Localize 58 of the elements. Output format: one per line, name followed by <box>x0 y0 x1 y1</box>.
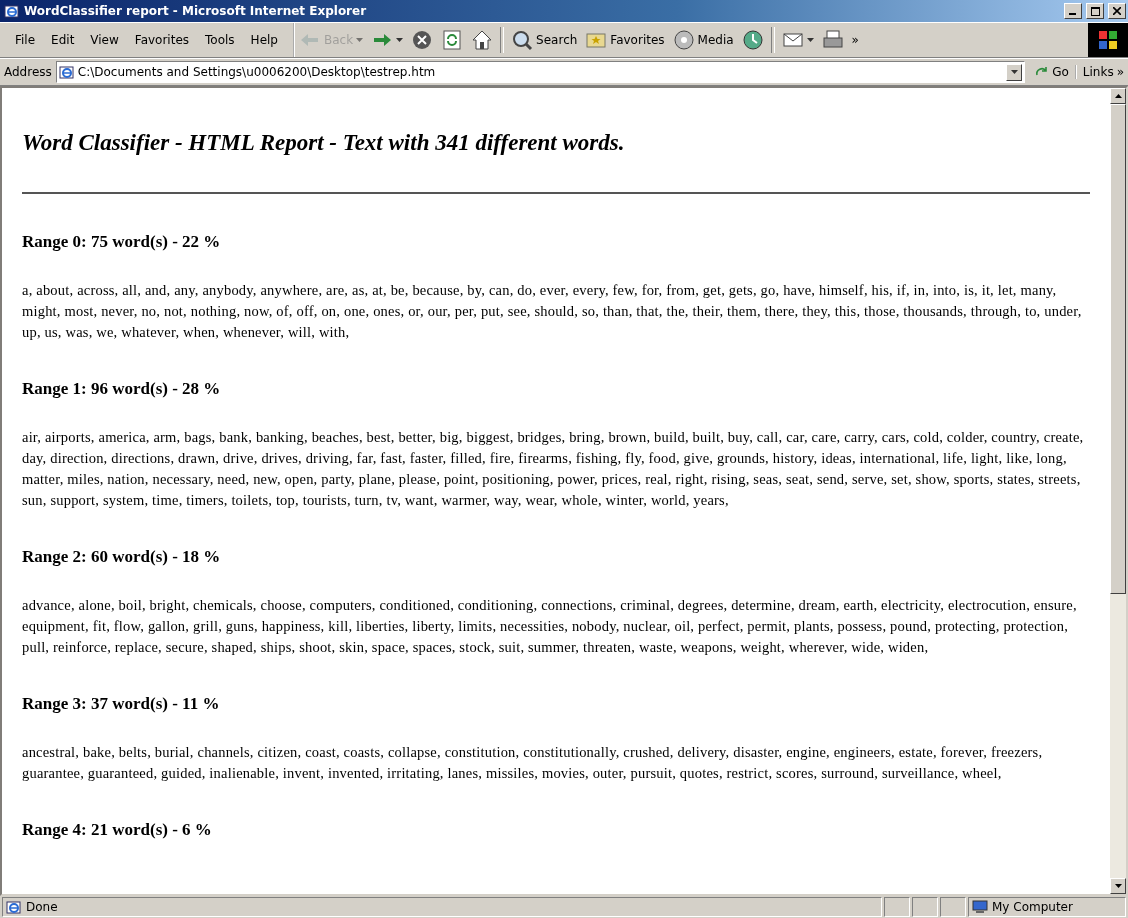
computer-icon <box>972 900 988 914</box>
media-icon <box>672 29 695 51</box>
stop-icon <box>411 29 434 51</box>
menu-item[interactable]: View <box>83 31 126 49</box>
close-button[interactable] <box>1108 3 1126 19</box>
links-button[interactable]: Links » <box>1080 65 1126 79</box>
menu-item[interactable]: Edit <box>44 31 82 49</box>
menu-item[interactable]: File <box>8 31 43 49</box>
minimize-button[interactable] <box>1064 3 1082 19</box>
history-icon <box>741 29 764 51</box>
range-heading: Range 0: 75 word(s) - 22 % <box>22 232 222 252</box>
range-heading: Range 2: 60 word(s) - 18 % <box>22 547 222 567</box>
browser-icon <box>4 3 20 19</box>
scroll-down-button[interactable] <box>1110 878 1126 894</box>
printer-icon <box>821 29 844 51</box>
range-heading: Range 4: 21 word(s) - 6 % <box>22 820 213 840</box>
down-arrow-icon <box>1114 884 1122 888</box>
dropdown-button[interactable] <box>1006 63 1023 81</box>
caret-icon <box>806 38 814 42</box>
logo-icon <box>1088 23 1128 57</box>
report-title: Word Classifier - HTML Report - Text with 341 different words. <box>22 130 626 156</box>
refresh-icon <box>441 29 464 51</box>
word-list: advance, alone, boil, bright, chemicals, choose, computers, conditioned, conditioning, connections, criminal, degrees, determine, dream, earth, electricity, electrocution, ensure, equipment, fit, flow, gallon, grill, guns, happiness, kill, liberties, liberty, limits, necessities, nobody, nuclear, oil, perfect, permit, plants, possess, pound, protecting, protection, pull, reinforce, replace, secure, shaped, ships, shoot, skin, space, spaces, stock, suit, summer, threaten, waste, weapons, weight, wherever, wide, widen, <box>22 595 1090 658</box>
up-arrow-icon <box>1114 94 1122 98</box>
media-button[interactable]: Media <box>668 27 738 53</box>
menu-item[interactable]: Tools <box>198 31 242 49</box>
browser-icon <box>58 64 75 80</box>
word-list: ancestral, bake, belts, burial, channels, citizen, coast, coasts, collapse, constitution, constitutionally, crushed, delivery, disaster, engine, engineers, estate, forever, freezers, guarantee, guaranteed, guided, inalienable, invent, invented, irritating, lanes, missiles, movies, outer, pursuit, quotes, restrict, scores, surround, surveillance, wheel, <box>22 742 1090 784</box>
favorites-button[interactable]: Favorites <box>581 27 669 53</box>
zone-indicator: My Computer <box>968 897 1126 917</box>
word-list: air, airports, america, arm, bags, bank, banking, beaches, best, better, big, biggest, bridges, bring, brown, build, built, buy, call, car, care, carry, cars, cold, colder, country, create, day, direction, directions, drawn, drive, drives, driving, far, fast, faster, filled, fire, firearms, fishing, fly, food, give, grounds, history, ideas, international, life, light, like, long, matter, miles, nation, necessary, need, new, open, party, plane, please, point, positioning, power, prices, real, right, rising, seas, seat, send, serve, set, show, sports, states, streets, sun, support, system, time, timers, toilets, top, tourists, turn, tv, want, warmer, way, wear, whole, winter, world, years, <box>22 427 1090 511</box>
maximize-icon <box>1090 6 1100 16</box>
go-button[interactable]: Go <box>1029 65 1077 79</box>
scrollbar[interactable] <box>1110 88 1126 894</box>
range-heading: Range 3: 37 word(s) - 11 % <box>22 694 221 714</box>
maximize-button[interactable] <box>1086 3 1104 19</box>
more-button[interactable]: » <box>847 31 863 49</box>
address-label: Address <box>4 65 52 79</box>
window-title: WordClassifier report - Microsoft Internet Explorer <box>24 4 368 18</box>
search-button[interactable]: Search <box>507 27 582 53</box>
range-heading: Range 1: 96 word(s) - 28 % <box>22 379 222 399</box>
status-panel <box>912 897 938 917</box>
word-list: a, about, across, all, and, any, anybody, anywhere, are, as, at, be, because, by, can, do, ever, every, few, for, from, get, gets, go, have, himself, his, if, in, into, is, it, let, many, might, most, never, no, not, nothing, now, of, off, on, one, ones, or, our, per, put, see, should, so, than, that, the, their, them, there, they, this, those, thousands, through, to, under, up, us, was, we, whatever, when, whenever, will, with, <box>22 280 1090 343</box>
browser-icon <box>6 899 22 915</box>
close-icon <box>1113 7 1121 15</box>
caret-icon <box>396 38 404 42</box>
status-text: Done <box>2 897 882 917</box>
status-panel <box>884 897 910 917</box>
search-icon <box>511 29 534 51</box>
home-icon <box>471 29 494 51</box>
address-field[interactable]: C:\Documents and Settings\u0006200\Desktop\testrep.htm <box>55 61 1026 83</box>
menu-item[interactable]: Favorites <box>127 31 197 49</box>
status-panel <box>940 897 966 917</box>
caret-icon <box>356 38 364 42</box>
menu-item[interactable]: Help <box>243 31 285 49</box>
scroll-thumb[interactable] <box>1110 104 1126 594</box>
scroll-up-button[interactable] <box>1110 88 1126 104</box>
caret-icon <box>1010 70 1018 74</box>
